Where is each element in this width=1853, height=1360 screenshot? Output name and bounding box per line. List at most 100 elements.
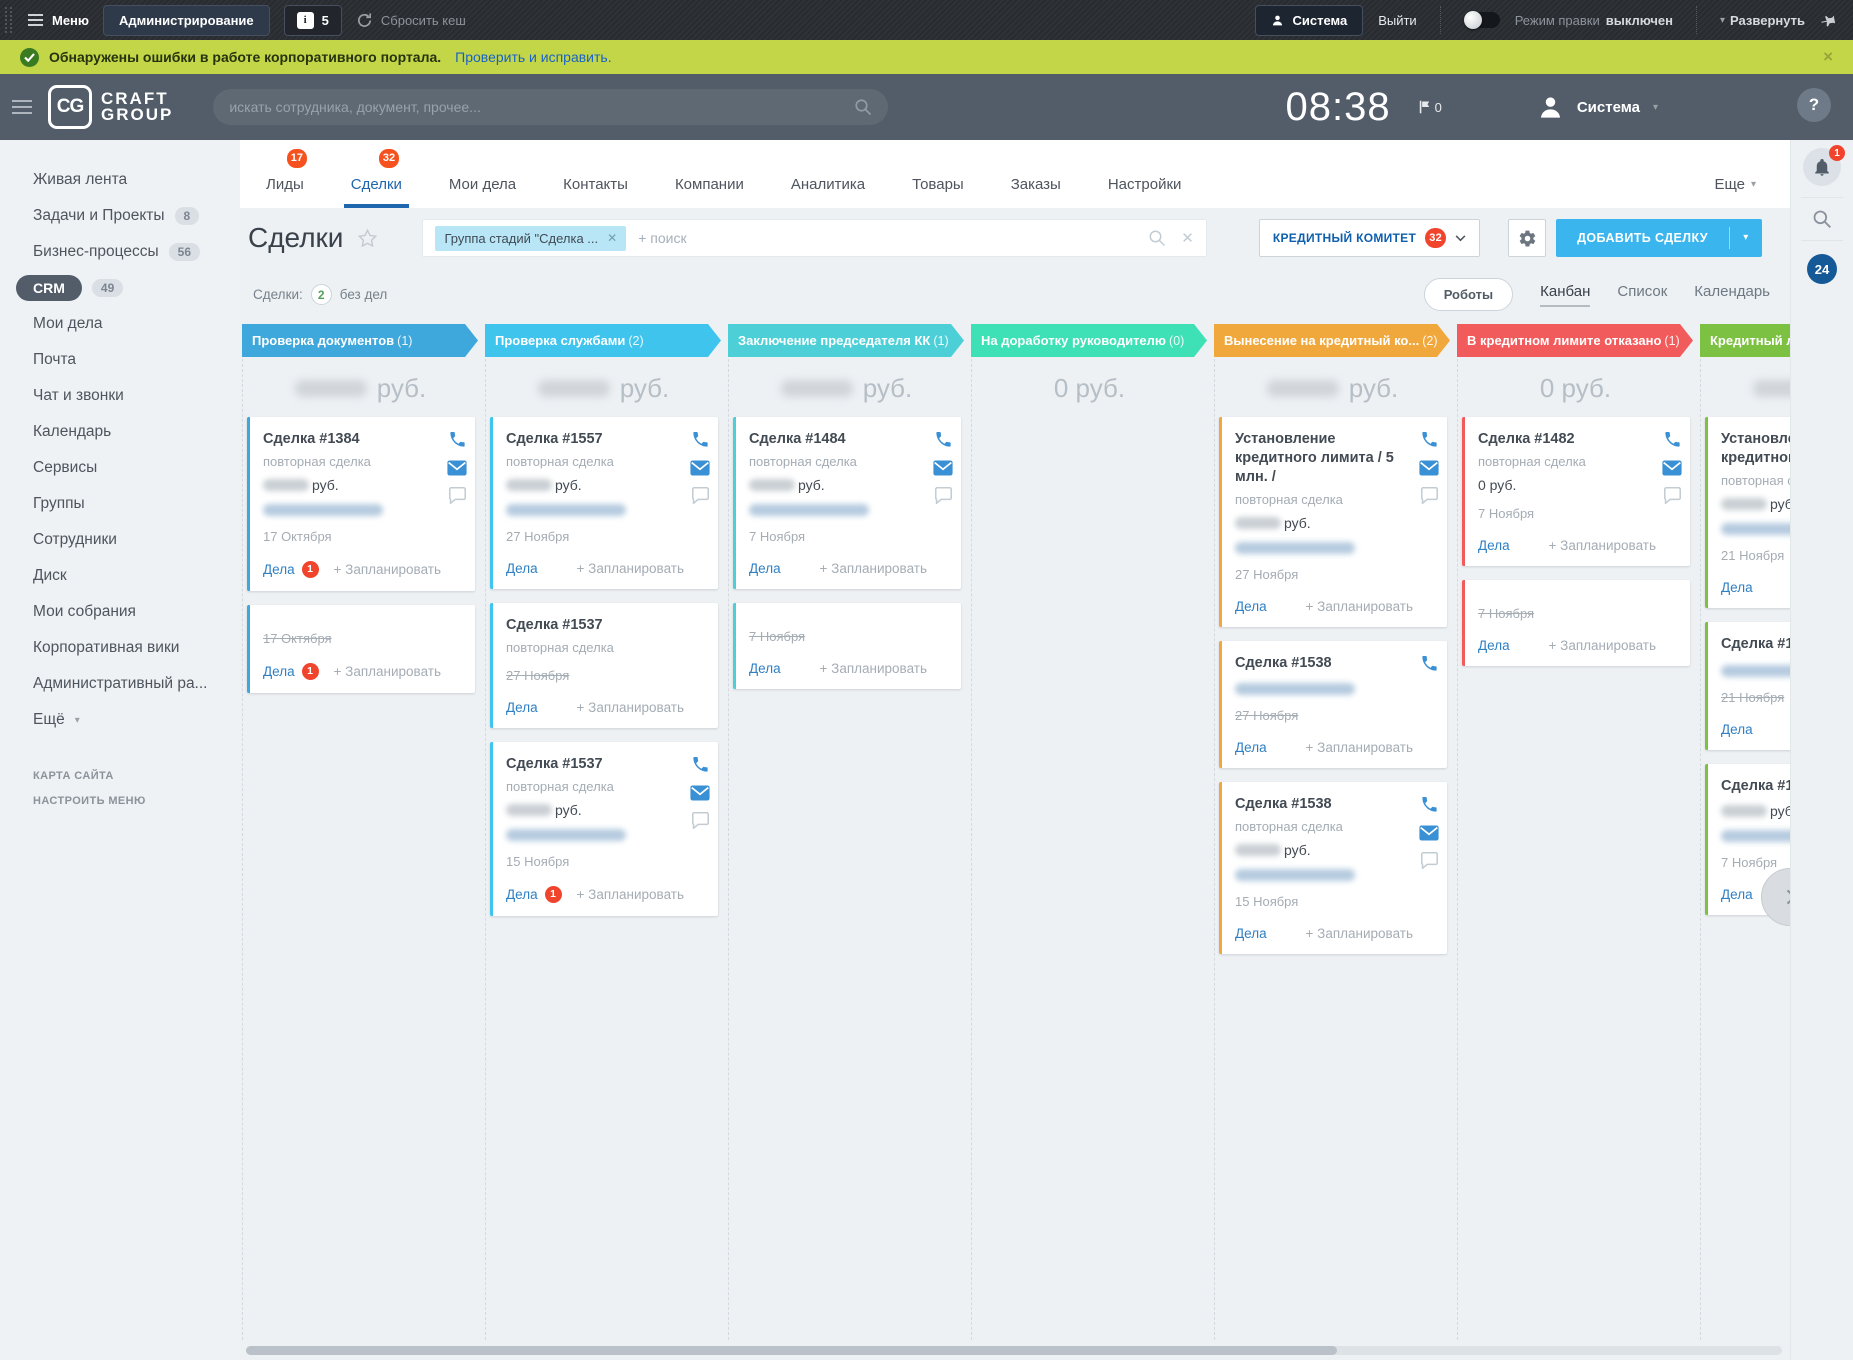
pin-icon[interactable] [1817, 8, 1841, 32]
tab-7[interactable]: Заказы [1011, 140, 1061, 208]
current-user-menu[interactable]: Система ▾ [1537, 94, 1658, 121]
phone-icon[interactable] [691, 430, 710, 449]
tab-1[interactable]: 32Сделки [351, 140, 402, 208]
phone-icon[interactable] [691, 755, 710, 774]
help-button[interactable]: ? [1797, 88, 1831, 122]
todo-link[interactable]: Дела [1235, 740, 1267, 755]
mail-icon[interactable] [690, 785, 710, 801]
scrollbar-thumb[interactable] [246, 1346, 1337, 1355]
sidebar-item-2[interactable]: Бизнес-процессы56 [0, 234, 240, 270]
site-messages-button[interactable]: i 5 [284, 5, 342, 36]
column-header[interactable]: В кредитном лимите отказано(1) [1457, 324, 1693, 357]
schedule-link[interactable]: + Запланировать [1306, 599, 1413, 614]
todo-link[interactable]: Дела [1235, 599, 1267, 614]
sidebar-footer-link-0[interactable]: КАРТА САЙТА [33, 770, 240, 782]
favorite-star-icon[interactable] [357, 228, 378, 249]
view-calendar[interactable]: Календарь [1694, 283, 1770, 307]
deal-card[interactable]: Сделка #148321 НоябряДела+ Запланировать [1705, 622, 1790, 750]
sidebar-item-14[interactable]: Административный ра... [0, 666, 240, 702]
chat-icon[interactable] [1663, 487, 1682, 504]
tab-2[interactable]: Мои дела [449, 140, 516, 208]
deal-card[interactable]: Сделка #1384повторная сделкаруб.17 Октяб… [247, 417, 475, 591]
deal-card[interactable]: Сделка #1537повторная сделка27 НоябряДел… [490, 603, 718, 728]
schedule-link[interactable]: + Запланировать [334, 562, 441, 577]
mail-icon[interactable] [933, 460, 953, 476]
close-icon[interactable]: × [1823, 47, 1833, 67]
column-header[interactable]: На доработку руководителю(0) [971, 324, 1207, 357]
tab-3[interactable]: Контакты [563, 140, 628, 208]
todo-link[interactable]: Дела1 [263, 663, 319, 680]
sidebar-hamburger-icon[interactable] [12, 100, 32, 114]
work-time-clock[interactable]: 08:38 [1285, 85, 1390, 130]
sidebar-item-4[interactable]: Мои дела [0, 306, 240, 342]
remove-filter-icon[interactable]: ✕ [607, 231, 617, 245]
global-search-input[interactable] [229, 99, 854, 115]
todo-link[interactable]: Дела [1235, 926, 1267, 941]
filter-chip[interactable]: Группа стадий "Сделка ... ✕ [435, 226, 626, 251]
schedule-link[interactable]: + Запланировать [577, 561, 684, 576]
chat-icon[interactable] [1420, 852, 1439, 869]
phone-icon[interactable] [1420, 430, 1439, 449]
sidebar-item-8[interactable]: Сервисы [0, 450, 240, 486]
sidebar-item-15[interactable]: Ещё▾ [0, 702, 240, 738]
todo-link[interactable]: Дела [749, 561, 781, 576]
deal-card[interactable]: Сделка #1538повторная сделкаруб.15 Ноябр… [1219, 782, 1447, 954]
schedule-link[interactable]: + Запланировать [1306, 740, 1413, 755]
schedule-link[interactable]: + Запланировать [577, 700, 684, 715]
schedule-link[interactable]: + Запланировать [820, 561, 927, 576]
view-list[interactable]: Список [1617, 283, 1667, 307]
clear-cache-button[interactable]: Сбросить кеш [356, 12, 466, 29]
schedule-link[interactable]: + Запланировать [577, 887, 684, 902]
tab-more[interactable]: Еще ▾ [1714, 176, 1756, 208]
logout-link[interactable]: Выйти [1378, 13, 1417, 28]
alert-fix-link[interactable]: Проверить и исправить. [455, 49, 611, 65]
phone-icon[interactable] [1663, 430, 1682, 449]
sidebar-item-10[interactable]: Сотрудники [0, 522, 240, 558]
sidebar-item-9[interactable]: Группы [0, 486, 240, 522]
deal-card[interactable]: Сделка #1557повторная сделкаруб.27 Ноябр… [490, 417, 718, 589]
mail-icon[interactable] [1419, 460, 1439, 476]
todo-link[interactable]: Дела [1721, 722, 1753, 737]
search-icon[interactable] [1148, 229, 1166, 247]
todo-link[interactable]: Дела1 [263, 561, 319, 578]
sidebar-item-7[interactable]: Календарь [0, 414, 240, 450]
deal-card[interactable]: Сделка #1482повторная сделка0 руб.7 Нояб… [1462, 417, 1690, 566]
sidebar-item-5[interactable]: Почта [0, 342, 240, 378]
mail-icon[interactable] [1662, 460, 1682, 476]
chat-icon[interactable] [448, 487, 467, 504]
deal-card[interactable]: Сделка #1537повторная сделкаруб.15 Ноябр… [490, 742, 718, 916]
schedule-link[interactable]: + Запланировать [1306, 926, 1413, 941]
sidebar-item-12[interactable]: Мои собрания [0, 594, 240, 630]
column-header[interactable]: Вынесение на кредитный ко...(2) [1214, 324, 1450, 357]
column-header[interactable]: Проверка службами(2) [485, 324, 721, 357]
tab-4[interactable]: Компании [675, 140, 744, 208]
horizontal-scrollbar[interactable] [246, 1346, 1782, 1355]
todo-link[interactable]: Дела [1721, 580, 1753, 595]
expand-button[interactable]: ▾ Развернуть [1720, 13, 1805, 28]
sidebar-footer-link-1[interactable]: НАСТРОИТЬ МЕНЮ [33, 795, 240, 807]
tab-0[interactable]: 17Лиды [266, 140, 304, 208]
todo-link[interactable]: Дела [1478, 538, 1510, 553]
column-header[interactable]: Проверка документов(1) [242, 324, 478, 357]
chat-icon[interactable] [1420, 487, 1439, 504]
todo-link[interactable]: Дела [1478, 638, 1510, 653]
deal-card[interactable]: 7 НоябряДела+ Запланировать [1462, 580, 1690, 666]
schedule-link[interactable]: + Запланировать [334, 664, 441, 679]
view-kanban[interactable]: Канбан [1540, 283, 1590, 307]
schedule-link[interactable]: + Запланировать [1549, 638, 1656, 653]
sidebar-item-1[interactable]: Задачи и Проекты8 [0, 198, 240, 234]
sidebar-item-3[interactable]: CRM49 [0, 270, 240, 306]
phone-icon[interactable] [1420, 654, 1439, 673]
schedule-link[interactable]: + Запланировать [820, 661, 927, 676]
company-logo[interactable]: CG CRAFTGROUP [48, 85, 173, 129]
tab-8[interactable]: Настройки [1108, 140, 1182, 208]
system-user-button[interactable]: Система [1255, 5, 1363, 36]
deal-card[interactable]: 17 ОктябряДела1+ Запланировать [247, 605, 475, 693]
mail-icon[interactable] [1419, 825, 1439, 841]
todo-link[interactable]: Дела [506, 700, 538, 715]
deal-card[interactable]: 7 НоябряДела+ Запланировать [733, 603, 961, 689]
clear-filter-icon[interactable]: ✕ [1181, 229, 1194, 247]
sidebar-item-13[interactable]: Корпоративная вики [0, 630, 240, 666]
filter-search-bar[interactable]: Группа стадий "Сделка ... ✕ + поиск ✕ [422, 219, 1206, 257]
flag-counter[interactable]: 0 [1419, 100, 1442, 115]
